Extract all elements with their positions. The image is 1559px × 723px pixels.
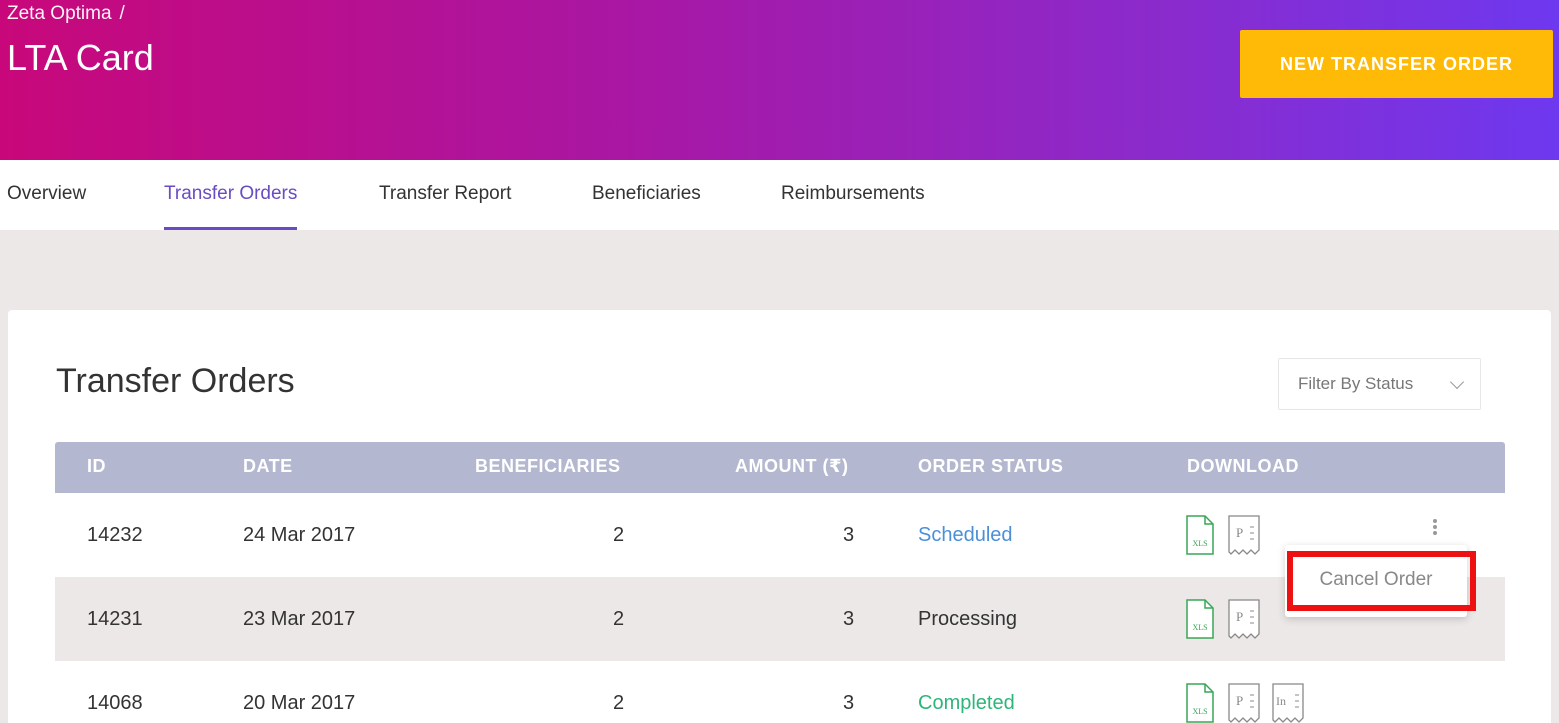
xls-label: XLS [1192,707,1207,716]
column-header-amount: AMOUNT (₹) [735,456,849,476]
xls-icon[interactable]: XLS [1185,599,1215,639]
cell-id: 14068 [87,692,143,714]
tab-transfer-orders[interactable]: Transfer Orders [164,160,298,230]
status-badge: Processing [918,608,1017,630]
breadcrumb-link[interactable]: Zeta Optima [7,3,112,24]
tab-overview[interactable]: Overview [7,160,86,230]
pdf-label: P [1236,525,1243,540]
cell-date: 20 Mar 2017 [243,692,356,714]
xls-label: XLS [1192,539,1207,548]
column-header-beneficiaries: BENEFICIARIES [475,456,621,476]
invoice-receipt-icon[interactable]: In [1271,683,1305,723]
pdf-receipt-icon[interactable]: P [1227,599,1261,639]
pdf-receipt-icon[interactable]: P [1227,515,1261,555]
cell-amount: 3 [843,524,855,546]
tab-beneficiaries[interactable]: Beneficiaries [592,160,701,230]
tab-transfer-report[interactable]: Transfer Report [379,160,511,230]
cell-amount: 3 [843,608,855,630]
breadcrumb-separator: / [119,3,125,24]
cell-date: 23 Mar 2017 [243,608,356,630]
invoice-label: In [1276,694,1286,708]
page-header: Zeta Optima / LTA Card NEW TRANSFER ORDER [0,0,1559,160]
xls-icon[interactable]: XLS [1185,515,1215,555]
breadcrumb: Zeta Optima / [7,3,125,25]
cell-beneficiaries: 2 [613,692,625,714]
tab-reimbursements[interactable]: Reimbursements [781,160,925,230]
page-title: LTA Card [7,37,154,78]
cell-date: 24 Mar 2017 [243,524,356,546]
filter-by-status-select[interactable]: Filter By Status [1278,358,1481,410]
more-options-icon[interactable] [1430,519,1440,535]
transfer-orders-card: Transfer Orders Filter By Status ID DATE… [8,310,1551,723]
status-badge: Completed [918,692,1015,714]
new-transfer-order-button[interactable]: NEW TRANSFER ORDER [1240,30,1553,98]
column-header-date: DATE [243,456,293,476]
cancel-order-menu-item[interactable]: Cancel Order [1285,545,1467,617]
pdf-label: P [1236,609,1243,624]
column-header-id: ID [87,456,106,476]
xls-label: XLS [1192,623,1207,632]
tab-bar: Overview Transfer Orders Transfer Report… [0,160,1559,230]
xls-icon[interactable]: XLS [1185,683,1215,723]
cell-id: 14232 [87,524,143,546]
cell-amount: 3 [843,692,855,714]
chevron-down-icon [1449,374,1465,390]
pdf-label: P [1236,693,1243,708]
row-options-menu: Cancel Order [1285,545,1467,617]
card-title: Transfer Orders [56,362,295,400]
cell-beneficiaries: 2 [613,524,625,546]
cell-beneficiaries: 2 [613,608,625,630]
filter-label: Filter By Status [1298,374,1414,393]
table-row: 14068 20 Mar 2017 2 3 Completed XLS P In [55,661,1505,723]
cell-id: 14231 [87,608,143,630]
status-badge: Scheduled [918,524,1013,546]
pdf-receipt-icon[interactable]: P [1227,683,1261,723]
table-header: ID DATE BENEFICIARIES AMOUNT (₹) ORDER S… [55,442,1505,493]
column-header-download: DOWNLOAD [1187,456,1299,476]
column-header-order-status: ORDER STATUS [918,456,1064,476]
